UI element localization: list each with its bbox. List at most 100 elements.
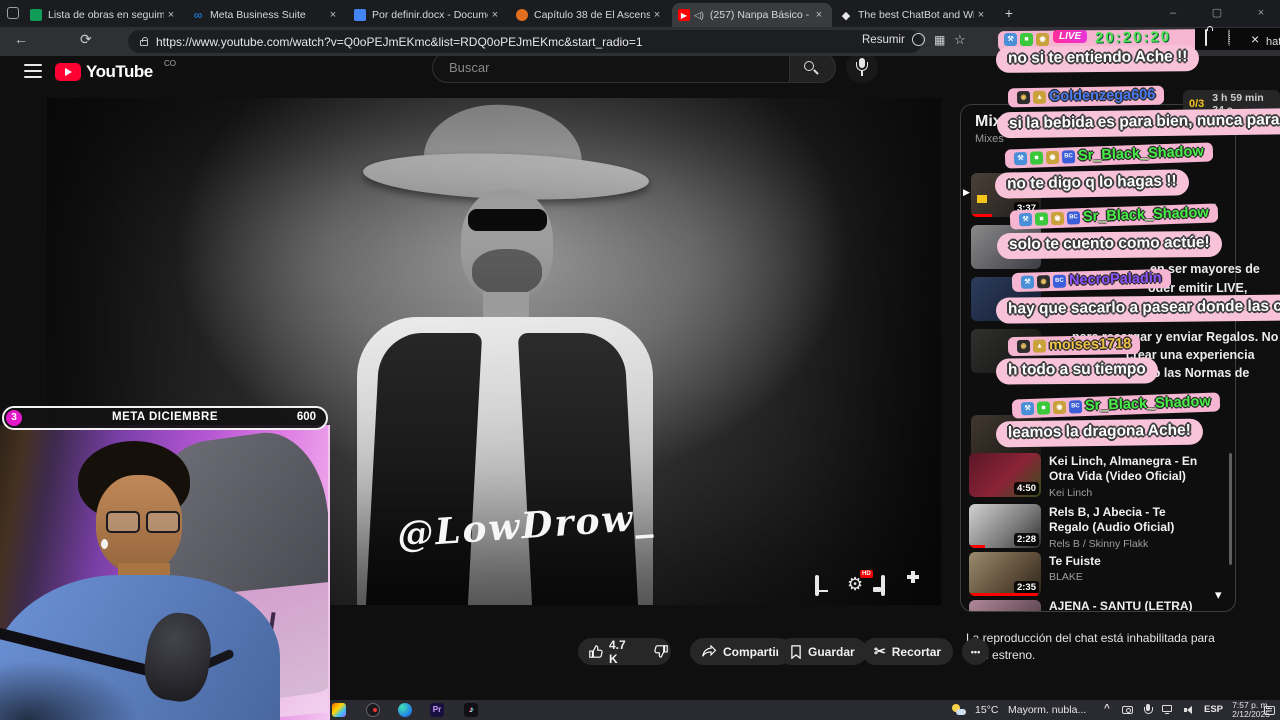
save-button[interactable]: Guardar (778, 638, 867, 665)
url-text[interactable]: https://www.youtube.com/watch?v=Q0oPEJmE… (156, 35, 643, 49)
tab-novel[interactable]: Capítulo 38 de El Ascenso del Te × (510, 3, 670, 27)
subtitles-icon[interactable] (815, 575, 819, 596)
premiere-pro-icon[interactable]: Pr (430, 703, 444, 717)
video-title[interactable]: Rels B, J Abecia - Te Regalo (Audio Ofic… (1049, 505, 1209, 535)
video-title[interactable]: AJENA - SANTU (LETRA) (1049, 599, 1219, 611)
user-badge-icon: BC (1052, 274, 1067, 288)
tab-sheets[interactable]: Lista de obras en seguimiento - H × (24, 3, 184, 27)
share-icon (702, 645, 717, 657)
clip-button[interactable]: ✂ Recortar (862, 638, 954, 665)
new-tab-button[interactable]: + (1000, 5, 1018, 23)
desk-shadow (0, 660, 140, 720)
glasses-left-lens (106, 511, 140, 533)
tab-chatbot[interactable]: ◆ The best ChatBot and Widgets fo × (834, 3, 994, 27)
search-box[interactable] (432, 52, 790, 83)
miniplayer-icon[interactable] (881, 575, 885, 596)
user-badge-icon: ⚒ (1013, 151, 1028, 165)
hamburger-menu-icon[interactable] (24, 64, 42, 78)
tab-youtube-active[interactable]: ▶ ◁) (257) Nanpa Básico - Oro Po × (672, 3, 832, 27)
tray-speaker-icon[interactable] (1184, 705, 1195, 714)
share-button[interactable]: Compartir (690, 638, 793, 665)
tray-display-icon[interactable] (1162, 705, 1172, 715)
live-timer: 20:20:20 (1094, 28, 1172, 47)
goal-progress-bar: 3 META DICIEMBRE 600 (2, 406, 328, 430)
book-favicon (516, 9, 528, 21)
tab-close-icon[interactable]: × (974, 9, 988, 21)
tab-search-icon[interactable] (7, 7, 19, 19)
user-badge-icon: ■ (1034, 211, 1049, 226)
window-maximize-button[interactable]: ▢ (1202, 2, 1232, 24)
thumbs-down-icon[interactable] (653, 644, 669, 659)
tab-close-icon[interactable]: × (488, 9, 502, 21)
video-channel[interactable]: BLAKE (1049, 571, 1083, 583)
username-text: Sr_Black_Shadow (1082, 204, 1209, 226)
user-badge-icon: ◉ (1052, 400, 1067, 414)
more-actions-button[interactable]: ••• (962, 638, 989, 665)
resumir-button[interactable]: Resumir (862, 34, 905, 46)
chat-message: no si te entiendo Ache !! (995, 45, 1200, 73)
tray-mic-icon[interactable] (1143, 704, 1153, 714)
tab-close-icon[interactable]: × (326, 9, 340, 21)
scrollbar[interactable] (1229, 453, 1232, 565)
notification-center-icon[interactable] (1264, 706, 1275, 715)
edge-browser-icon[interactable] (398, 703, 412, 717)
webcam-overlay (0, 425, 330, 720)
ai-summary-icon[interactable] (912, 33, 925, 46)
video-title[interactable]: Te Fuiste (1049, 554, 1209, 569)
collapse-chevron-icon[interactable]: ▾ (1215, 587, 1222, 603)
live-badge: LIVE (1053, 30, 1088, 43)
like-count[interactable]: 4.7 K (609, 638, 626, 666)
extensions-grid-icon[interactable]: ▦ (934, 33, 945, 47)
settings-gear-icon[interactable]: ⚙ HD (847, 570, 873, 595)
scissors-icon: ✂ (874, 643, 886, 659)
reload-icon[interactable]: ⟳ (80, 31, 92, 48)
sheets-favicon (30, 9, 42, 21)
username-text: Sr_Black_Shadow (1084, 393, 1211, 415)
tab-docs[interactable]: Por definir.docx - Documentos de × (348, 3, 508, 27)
clipped-window-text: hat (1266, 36, 1280, 48)
tab-close-icon[interactable]: × (164, 9, 178, 21)
chat-message: solo te cuento como actúe! (996, 230, 1222, 260)
bookmark-star-icon[interactable]: ☆ (954, 32, 966, 48)
widget-lock-icon[interactable] (1205, 29, 1207, 46)
search-input[interactable] (447, 59, 775, 76)
video-thumbnail[interactable]: 2:28 (969, 504, 1041, 548)
youtube-favicon: ▶ (678, 9, 690, 21)
widget-badge-icon: ⚒ (1004, 33, 1017, 46)
video-thumbnail[interactable]: 4:50 (969, 453, 1041, 497)
tab-close-icon[interactable]: × (650, 9, 664, 21)
hidden-icons-chevron[interactable]: ^ (1104, 703, 1110, 714)
weather-cloud-icon[interactable] (956, 709, 966, 715)
youtube-logo-text[interactable]: YouTube (86, 62, 153, 82)
window-minimize-button[interactable]: – (1158, 2, 1188, 24)
tray-snip-icon[interactable] (1122, 706, 1133, 714)
youtube-logo-icon[interactable] (55, 63, 81, 81)
video-thumbnail[interactable] (969, 600, 1041, 611)
weather-desc[interactable]: Mayorm. nubla... (1008, 704, 1086, 716)
video-thumbnail[interactable]: 2:35 (969, 552, 1041, 596)
davinci-resolve-icon[interactable] (332, 703, 346, 717)
video-channel[interactable]: Rels B / Skinny Flakk (1049, 538, 1148, 550)
address-bar[interactable]: https://www.youtube.com/watch?v=Q0oPEJmE… (128, 30, 922, 53)
tab-meta-business[interactable]: ∞ Meta Business Suite × (186, 3, 346, 27)
weather-temp[interactable]: 15°C (975, 704, 998, 716)
back-icon[interactable]: ← (14, 31, 28, 47)
camera-app-icon[interactable] (366, 703, 380, 717)
window-close-button[interactable]: × (1246, 2, 1276, 24)
video-title[interactable]: Kei Linch, Almanegra - En Otra Vida (Vid… (1049, 454, 1209, 484)
playlist-subtitle: Mixes (975, 133, 1004, 145)
user-badge-icon: ◉ (1036, 274, 1051, 288)
thumbs-up-icon[interactable] (588, 644, 603, 659)
video-channel[interactable]: Kei Linch (1049, 487, 1092, 499)
search-button[interactable] (790, 52, 836, 83)
meta-favicon: ∞ (193, 8, 203, 22)
tab-close-icon[interactable]: × (812, 9, 826, 21)
username-text: Goldenzega606 (1048, 86, 1156, 105)
chat-message: si la bebida es para bien, nunca para ma… (996, 107, 1280, 139)
keyboard-language[interactable]: ESP (1204, 704, 1223, 715)
widget-close-icon[interactable]: × (1251, 31, 1259, 47)
tiktok-icon[interactable]: ♪ (464, 703, 478, 717)
browser-tabbar: Lista de obras en seguimiento - H × ∞ Me… (0, 0, 1280, 27)
user-badge-icon: ◉ (1016, 339, 1031, 353)
widget-refresh-icon[interactable] (1228, 29, 1230, 46)
